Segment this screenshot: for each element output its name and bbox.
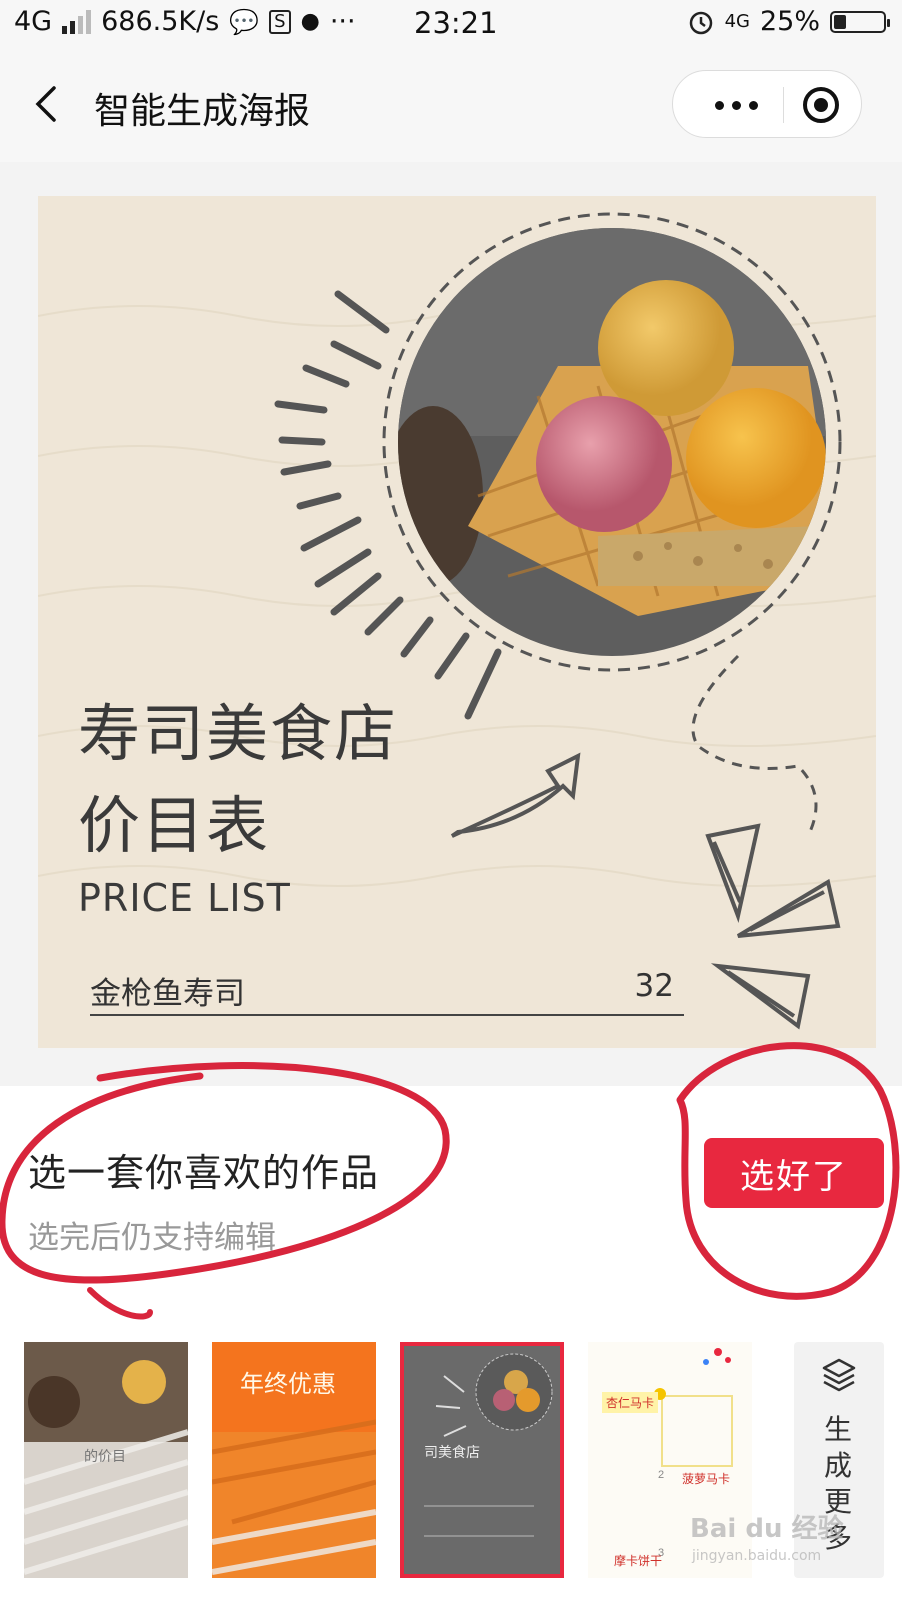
- poster-subtitle: PRICE LIST: [78, 876, 291, 920]
- poster-menu-item: 金枪鱼寿司 32: [90, 964, 684, 1016]
- select-panel: 选一套你喜欢的作品 选完后仍支持编辑 选好了: [0, 1086, 902, 1336]
- chevron-left-icon[interactable]: [26, 82, 70, 126]
- thumb-2-label: 年终优惠: [240, 1370, 336, 1398]
- thumb-3-label: 司美食店: [424, 1445, 480, 1461]
- target-circle-icon[interactable]: [801, 85, 841, 125]
- alarm-icon: [689, 11, 712, 34]
- network-label: 4G: [14, 6, 53, 37]
- panel-heading: 选一套你喜欢的作品: [28, 1151, 380, 1195]
- app-s-icon: S: [269, 9, 291, 34]
- page-title: 智能生成海报: [94, 91, 311, 132]
- battery-icon: [830, 10, 890, 33]
- poster-preview: 寿司美食店 价目表 PRICE LIST 金枪鱼寿司 32: [38, 196, 876, 1048]
- poster-title-line1: 寿司美食店: [78, 697, 399, 770]
- ellipsis-icon: ···: [329, 6, 356, 37]
- wechat-icon: 💬: [229, 7, 260, 36]
- poster-decoration: [38, 212, 876, 1030]
- poster-item-price: 32: [634, 968, 674, 1004]
- qq-icon: ●: [300, 9, 320, 34]
- mini-program-capsule: [672, 70, 862, 138]
- baidu-watermark-url: jingyan.baidu.com: [692, 1548, 822, 1564]
- panel-subtext: 选完后仍支持编辑: [28, 1220, 276, 1256]
- svg-text:2: 2: [658, 1469, 664, 1481]
- confirm-button[interactable]: 选好了: [704, 1138, 884, 1208]
- baidu-watermark: Bai du 经验: [690, 1514, 844, 1544]
- template-thumb-1[interactable]: 的价目: [24, 1342, 188, 1578]
- thumb-1-label: 的价目: [84, 1449, 126, 1465]
- status-bar: 4G 686.5K/s 💬 S ● ··· 23:21 4G 25%: [0, 0, 902, 48]
- layers-icon: [822, 1358, 856, 1392]
- more-dots-icon[interactable]: [701, 89, 771, 121]
- thumb-4-label-2: 菠萝马卡: [682, 1472, 731, 1486]
- template-thumb-3-selected[interactable]: 司美食店: [400, 1342, 564, 1578]
- poster-item-name: 金枪鱼寿司: [90, 976, 245, 1012]
- network-right-label: 4G: [724, 10, 750, 32]
- poster-title-line2: 价目表: [78, 789, 271, 862]
- template-thumb-2[interactable]: 年终优惠: [212, 1342, 376, 1578]
- signal-icon: [62, 9, 92, 34]
- poster-title: 寿司美食店 价目表: [78, 688, 398, 872]
- battery-percent: 25%: [759, 6, 820, 37]
- thumb-4-label-1: 杏仁马卡: [602, 1392, 659, 1413]
- capsule-divider: [783, 87, 784, 123]
- clock: 23:21: [414, 6, 498, 40]
- network-speed: 686.5K/s: [101, 6, 220, 37]
- nav-bar: 智能生成海报: [0, 48, 902, 162]
- thumb-4-label-3: 摩卡饼干: [614, 1554, 663, 1568]
